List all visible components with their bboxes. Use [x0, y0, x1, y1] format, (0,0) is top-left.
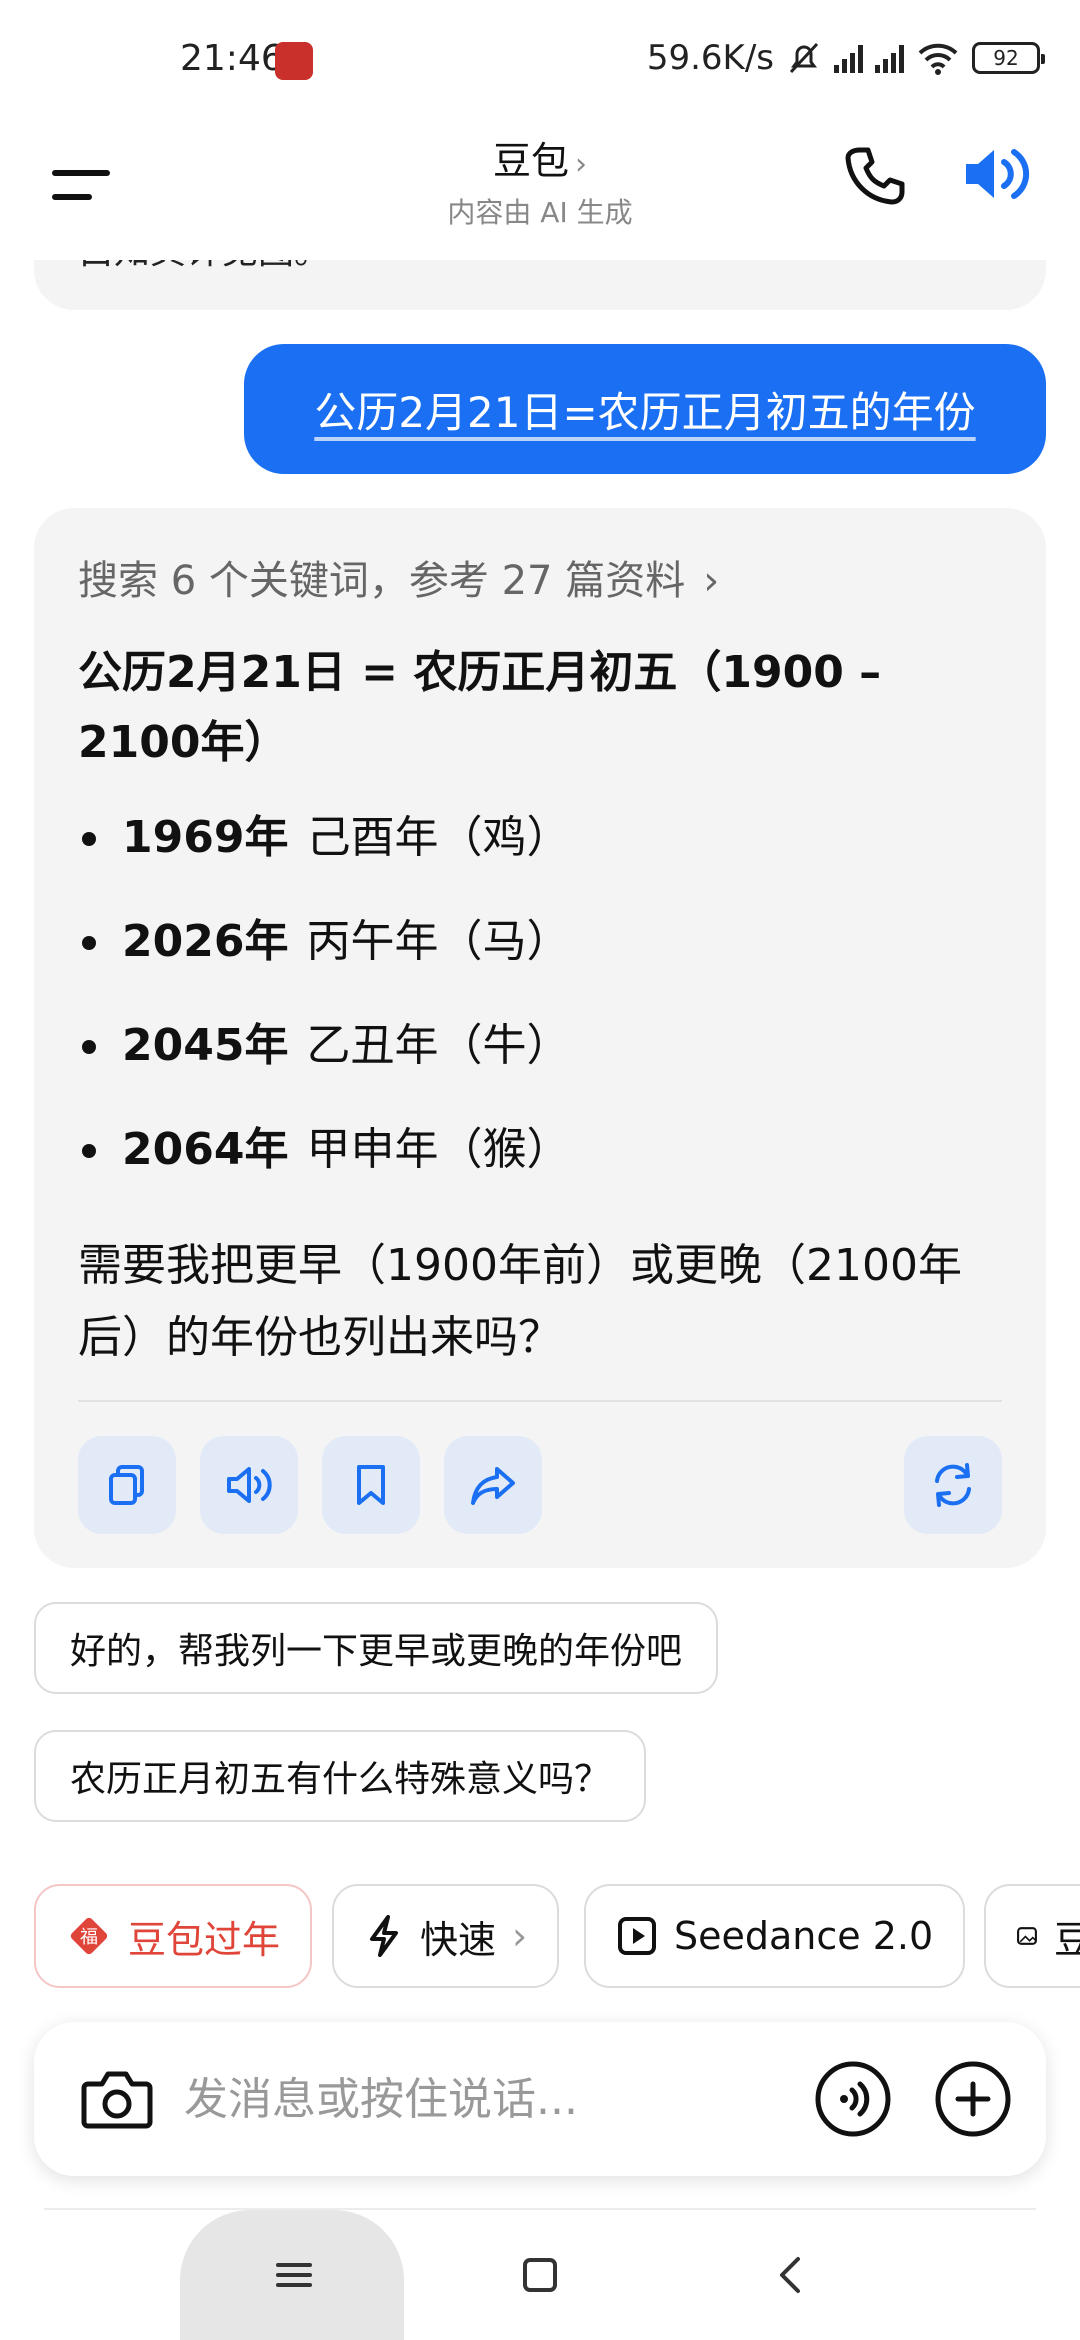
copy-icon: [109, 1465, 144, 1505]
voice-wave-icon: [815, 2061, 891, 2137]
year-value: 2026年: [122, 916, 289, 967]
year-value: 1969年: [122, 812, 289, 863]
year-detail: 己酉年（鸡）: [306, 812, 571, 863]
app-notification-icon: [275, 42, 313, 80]
chip-image[interactable]: 豆: [984, 1884, 1080, 1988]
status-bar: 21:46 59.6K/s 92: [0, 0, 1080, 120]
status-time: 21:46: [180, 38, 284, 79]
chip-new-year[interactable]: 福 豆包过年: [34, 1884, 313, 1988]
user-message-text: 公历2月21日=农历正月初五的年份: [314, 387, 976, 437]
phone-call-button[interactable]: [840, 140, 910, 210]
suggestion-chip[interactable]: 好的，帮我列一下更早或更晚的年份吧: [34, 1602, 719, 1694]
chevron-right-icon: ›: [703, 558, 720, 604]
lightning-icon: [370, 1915, 398, 1957]
chevron-left-icon: [780, 2257, 800, 2293]
plus-circle-icon: [935, 2061, 1011, 2137]
year-value: 2064年: [122, 1124, 289, 1175]
ai-disclaimer: 内容由 AI 生成: [447, 196, 633, 229]
message-input[interactable]: [184, 2066, 704, 2132]
answer-heading: 公历2月21日 = 农历正月初五（1900 – 2100年）: [78, 647, 882, 768]
voice-input-button[interactable]: [812, 2058, 894, 2140]
share-icon: [471, 1467, 515, 1505]
menu-lines-icon: [276, 2263, 312, 2287]
chip-seedance[interactable]: Seedance 2.0: [584, 1884, 966, 1988]
read-aloud-button[interactable]: [200, 1436, 298, 1534]
status-indicators: 59.6K/s 92: [646, 36, 1045, 80]
chip-seedance-label: Seedance 2.0: [674, 1914, 934, 1958]
list-item: 2064年 甲申年（猴）: [78, 1120, 998, 1224]
user-message-bubble[interactable]: 公历2月21日=农历正月初五的年份: [244, 344, 1046, 474]
chat-title-area[interactable]: 豆包 › 内容由 AI 生成: [0, 130, 1080, 231]
chat-header: 豆包 › 内容由 AI 生成: [0, 120, 1080, 260]
list-item: 2045年 乙丑年（牛）: [78, 1016, 998, 1120]
suggestion-text: 好的，帮我列一下更早或更晚的年份吧: [70, 1631, 683, 1672]
back-button[interactable]: [752, 2235, 832, 2315]
camera-icon: [81, 2071, 153, 2129]
battery-level: 92: [993, 46, 1019, 70]
list-item: 2026年 丙午年（马）: [78, 912, 998, 1016]
suggestion-chip[interactable]: 农历正月初五有什么特殊意义吗？: [34, 1730, 647, 1822]
year-list: 1969年 己酉年（鸡） 2026年 丙午年（马） 2045年 乙丑年（牛） 2064…: [78, 808, 998, 1224]
speaker-icon: [966, 149, 1030, 199]
fu-diamond-icon: 福: [70, 1917, 108, 1955]
battery-icon: 92: [972, 42, 1045, 74]
chip-fast-mode[interactable]: 快速 ›: [332, 1884, 560, 1988]
camera-button[interactable]: [78, 2060, 156, 2138]
message-input-bar: [34, 2022, 1046, 2176]
speaker-outline-icon: [227, 1467, 272, 1503]
chip-cutoff-label: 豆: [1053, 1917, 1080, 1962]
mute-bell-icon: [789, 42, 819, 74]
screen: 21:46 59.6K/s 92 豆包 › 内容由 AI 生成 公历2月21日=…: [0, 0, 1080, 2340]
share-button[interactable]: [444, 1436, 542, 1534]
speaker-button[interactable]: [960, 138, 1036, 210]
nav-divider: [44, 2208, 1036, 2210]
svg-text:福: 福: [80, 1927, 98, 1948]
recent-apps-button[interactable]: [254, 2235, 334, 2315]
ai-answer-card: 搜索 6 个关键词，参考 27 篇资料 › 公历2月21日 = 农历正月初五（19…: [34, 508, 1046, 1568]
cell-signal-1-icon: [834, 43, 863, 73]
image-icon: [1017, 1927, 1037, 1945]
net-speed: 59.6K/s: [646, 38, 774, 78]
phone-icon: [845, 147, 905, 205]
year-detail: 甲申年（猴）: [306, 1124, 571, 1175]
year-detail: 乙丑年（牛）: [306, 1020, 571, 1071]
refresh-icon: [935, 1463, 971, 1507]
chip-new-year-label: 豆包过年: [128, 1917, 281, 1962]
wifi-icon: [918, 43, 958, 75]
add-attachment-button[interactable]: [932, 2058, 1014, 2140]
regenerate-button[interactable]: [904, 1436, 1002, 1534]
search-references-link[interactable]: 搜索 6 个关键词，参考 27 篇资料 ›: [78, 548, 719, 606]
home-button[interactable]: [500, 2235, 580, 2315]
cell-signal-2-icon: [875, 43, 904, 73]
search-summary-text: 搜索 6 个关键词，参考 27 篇资料: [78, 558, 686, 604]
chat-title: 豆包: [492, 139, 569, 183]
copy-button[interactable]: [78, 1436, 176, 1534]
chip-fast-chevron: ›: [512, 1914, 528, 1958]
year-value: 2045年: [122, 1020, 289, 1071]
chip-fast-label: 快速: [420, 1917, 497, 1962]
list-item: 1969年 己酉年（鸡）: [78, 808, 998, 912]
bookmark-button[interactable]: [322, 1436, 420, 1534]
divider: [78, 1400, 1002, 1402]
video-play-icon: [618, 1917, 656, 1955]
followup-question: 需要我把更早（1900年前）或更晚（2100年后）的年份也列出来吗？: [78, 1240, 962, 1363]
title-chevron-icon: ›: [575, 147, 587, 182]
bookmark-icon: [357, 1465, 385, 1505]
square-home-icon: [523, 2258, 557, 2292]
suggestion-text: 农历正月初五有什么特殊意义吗？: [70, 1759, 611, 1800]
year-detail: 丙午年（马）: [306, 916, 571, 967]
